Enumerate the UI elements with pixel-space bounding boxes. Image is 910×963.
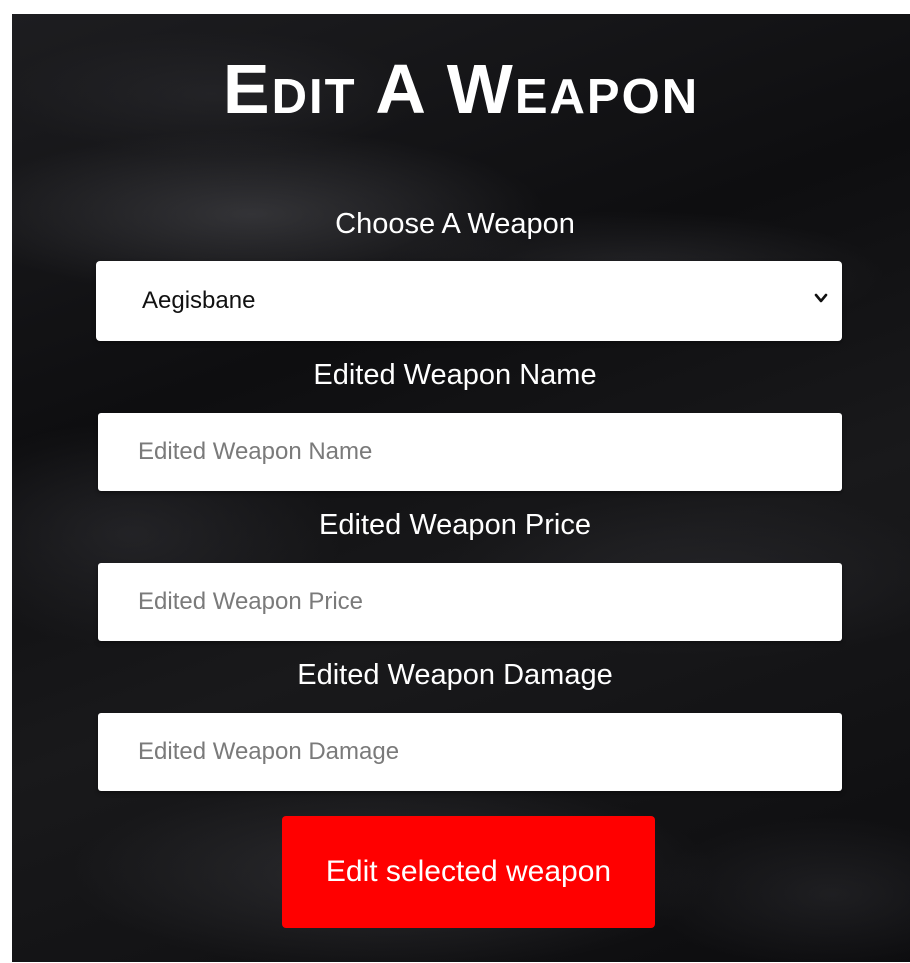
edited-name-placeholder: Edited Weapon Name — [138, 438, 373, 465]
edited-price-input[interactable]: Edited Weapon Price — [98, 563, 842, 641]
edited-damage-placeholder: Edited Weapon Damage — [138, 738, 400, 765]
edited-damage-input[interactable]: Edited Weapon Damage — [98, 713, 842, 791]
choose-weapon-label: Choose A Weapon — [335, 208, 575, 240]
edit-weapon-button[interactable]: Edit selected weapon — [282, 816, 655, 928]
edited-damage-label: Edited Weapon Damage — [297, 659, 613, 691]
edited-price-placeholder: Edited Weapon Price — [138, 588, 364, 615]
weapon-select-value: Aegisbane — [142, 287, 256, 314]
edited-name-label: Edited Weapon Name — [313, 359, 597, 391]
edited-name-input[interactable]: Edited Weapon Name — [98, 413, 842, 491]
edited-price-label: Edited Weapon Price — [319, 509, 591, 541]
chevron-down-icon — [814, 293, 828, 303]
weapon-select[interactable]: Aegisbane — [96, 261, 842, 341]
page-title: Edit A Weapon — [222, 50, 700, 128]
